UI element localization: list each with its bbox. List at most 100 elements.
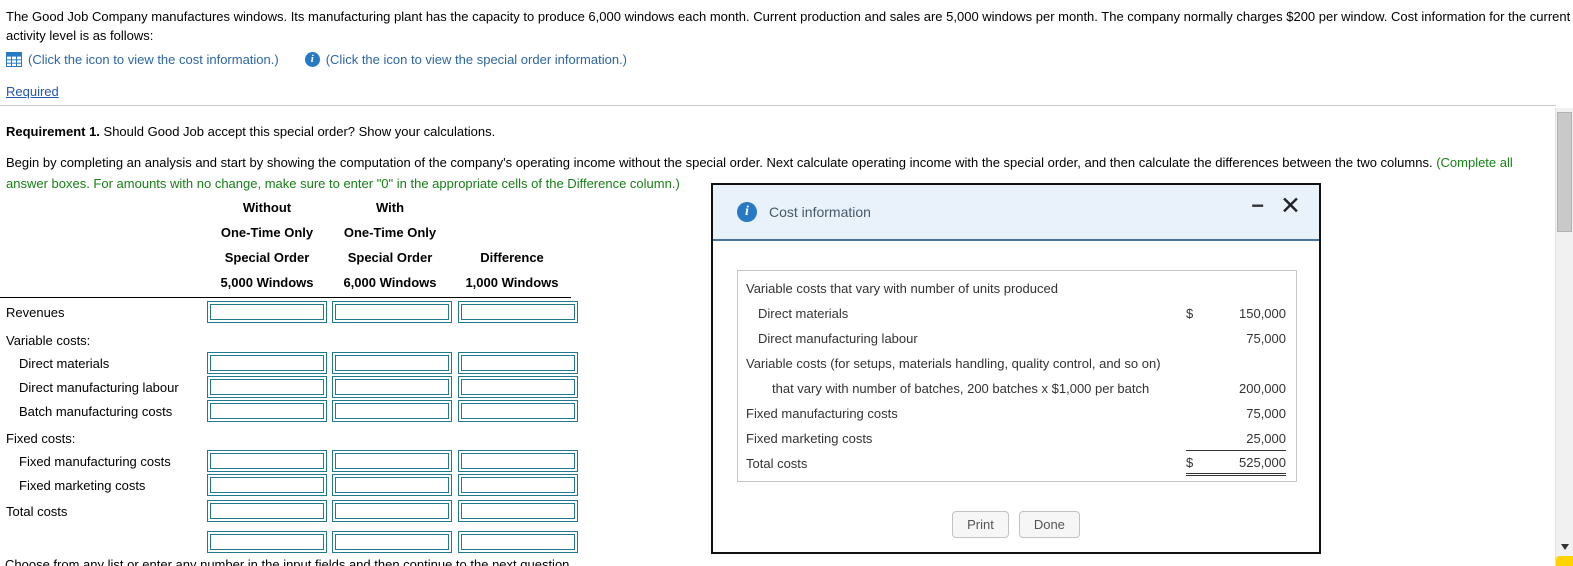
cost-row: Fixed manufacturing costs 75,000 [738, 401, 1296, 426]
answer-input[interactable] [210, 379, 324, 395]
scroll-down-button[interactable] [1556, 538, 1573, 555]
answer-input[interactable] [335, 304, 449, 320]
corner-badge [1556, 556, 1573, 566]
answer-input[interactable] [335, 453, 449, 469]
cost-amount: 75,000 [1246, 331, 1286, 346]
dialog-buttons: Print Done [713, 511, 1319, 538]
answer-input[interactable] [210, 503, 324, 519]
table-row-partial [0, 531, 578, 553]
table-row-direct-manufacturing-labour: Direct manufacturing labour [0, 376, 578, 398]
minimize-icon[interactable]: − [1251, 195, 1264, 217]
table-row-batch-manufacturing-costs: Batch manufacturing costs [0, 400, 578, 422]
arrow-down-icon [1560, 543, 1569, 550]
answer-box [332, 500, 452, 522]
answer-input[interactable] [461, 477, 575, 493]
answer-input[interactable] [461, 379, 575, 395]
cost-row-label: Variable costs that vary with number of … [746, 281, 1058, 296]
answer-box [458, 301, 578, 323]
answer-input[interactable] [210, 403, 324, 419]
table-row-total-costs: Total costs [0, 500, 578, 522]
cost-row: Direct materials $150,000 [738, 301, 1296, 326]
answer-box [207, 500, 327, 522]
currency-symbol: $ [1186, 306, 1194, 321]
cost-information-dialog: i Cost information − ✕ Variable costs th… [711, 183, 1321, 554]
answer-box [207, 376, 327, 398]
currency-symbol: $ [1186, 454, 1194, 470]
cost-row-label: Direct materials [758, 306, 849, 321]
answer-input[interactable] [461, 503, 575, 519]
answer-box [332, 301, 452, 323]
answer-input[interactable] [461, 304, 575, 320]
cost-row: Variable costs (for setups, materials ha… [738, 351, 1296, 376]
table-row-fixed-costs: Fixed costs: [0, 429, 207, 447]
special-order-link-label: (Click the icon to view the special orde… [325, 51, 628, 67]
answer-input[interactable] [210, 304, 324, 320]
col2-header: One-Time Only [343, 225, 437, 240]
print-button[interactable]: Print [952, 511, 1009, 538]
answer-input[interactable] [335, 477, 449, 493]
answer-box [332, 531, 452, 553]
answer-input[interactable] [335, 403, 449, 419]
requirement-line: Requirement 1. Should Good Job accept th… [6, 124, 495, 139]
section-divider [0, 105, 1556, 106]
row-label: Fixed manufacturing costs [19, 453, 171, 469]
clipped-bottom-text: Choose from any list or enter any number… [5, 557, 574, 566]
info-icon[interactable]: i [304, 51, 320, 67]
close-icon[interactable]: ✕ [1280, 194, 1301, 219]
answer-input[interactable] [461, 534, 575, 550]
row-label: Fixed marketing costs [19, 477, 146, 493]
answer-box [207, 474, 327, 496]
dialog-title: Cost information [769, 204, 871, 220]
instructions-text: Begin by completing an analysis and star… [6, 155, 1437, 170]
col2-header: With [375, 200, 405, 215]
answer-input[interactable] [210, 453, 324, 469]
answer-input[interactable] [210, 534, 324, 550]
cost-amount: 150,000 [1239, 306, 1286, 321]
cost-row-label: Fixed manufacturing costs [746, 406, 898, 421]
cost-table-icon[interactable] [6, 51, 22, 67]
required-link[interactable]: Required [6, 84, 59, 99]
cost-row: Total costs $525,000 [738, 451, 1296, 476]
answer-box [458, 376, 578, 398]
answer-box [207, 301, 327, 323]
row-label: Total costs [6, 503, 68, 519]
answer-input[interactable] [210, 355, 324, 371]
cost-row-label: Variable costs (for setups, materials ha… [746, 356, 1161, 371]
answer-input[interactable] [335, 503, 449, 519]
answer-input[interactable] [461, 355, 575, 371]
col1-header: Without [242, 200, 292, 215]
answer-input[interactable] [335, 534, 449, 550]
requirement-text: Should Good Job accept this special orde… [99, 124, 496, 139]
answer-box [458, 400, 578, 422]
table-row-revenues: Revenues [0, 301, 578, 323]
answer-box [458, 352, 578, 374]
cost-amount: 75,000 [1246, 406, 1286, 421]
info-icon-glyph: i [310, 53, 314, 65]
col2-header: 6,000 Windows [343, 275, 437, 290]
answer-box [207, 450, 327, 472]
answer-box [332, 450, 452, 472]
col3-header [454, 195, 570, 220]
answer-input[interactable] [461, 453, 575, 469]
dialog-header: i Cost information − ✕ [713, 185, 1319, 241]
answer-input[interactable] [335, 355, 449, 371]
answer-box [332, 400, 452, 422]
requirement-title: Requirement 1. [6, 124, 100, 139]
cost-row-label: Total costs [746, 456, 808, 471]
dialog-body: Variable costs that vary with number of … [713, 241, 1319, 552]
answer-box [207, 352, 327, 374]
cost-row: Fixed marketing costs 25,000 [738, 426, 1296, 451]
row-label: Batch manufacturing costs [19, 403, 173, 419]
col3-header: Difference [480, 250, 544, 265]
answer-input[interactable] [461, 403, 575, 419]
table-row-direct-materials: Direct materials [0, 352, 578, 374]
col1-header: Special Order [224, 250, 310, 265]
answer-input[interactable] [335, 379, 449, 395]
worksheet-header-rule [0, 297, 571, 298]
info-icon-glyph: i [745, 204, 749, 219]
done-button[interactable]: Done [1018, 511, 1080, 538]
scrollbar-thumb[interactable] [1557, 112, 1572, 232]
icon-links-row: (Click the icon to view the cost informa… [6, 50, 627, 68]
answer-input[interactable] [210, 477, 324, 493]
answer-box [458, 450, 578, 472]
